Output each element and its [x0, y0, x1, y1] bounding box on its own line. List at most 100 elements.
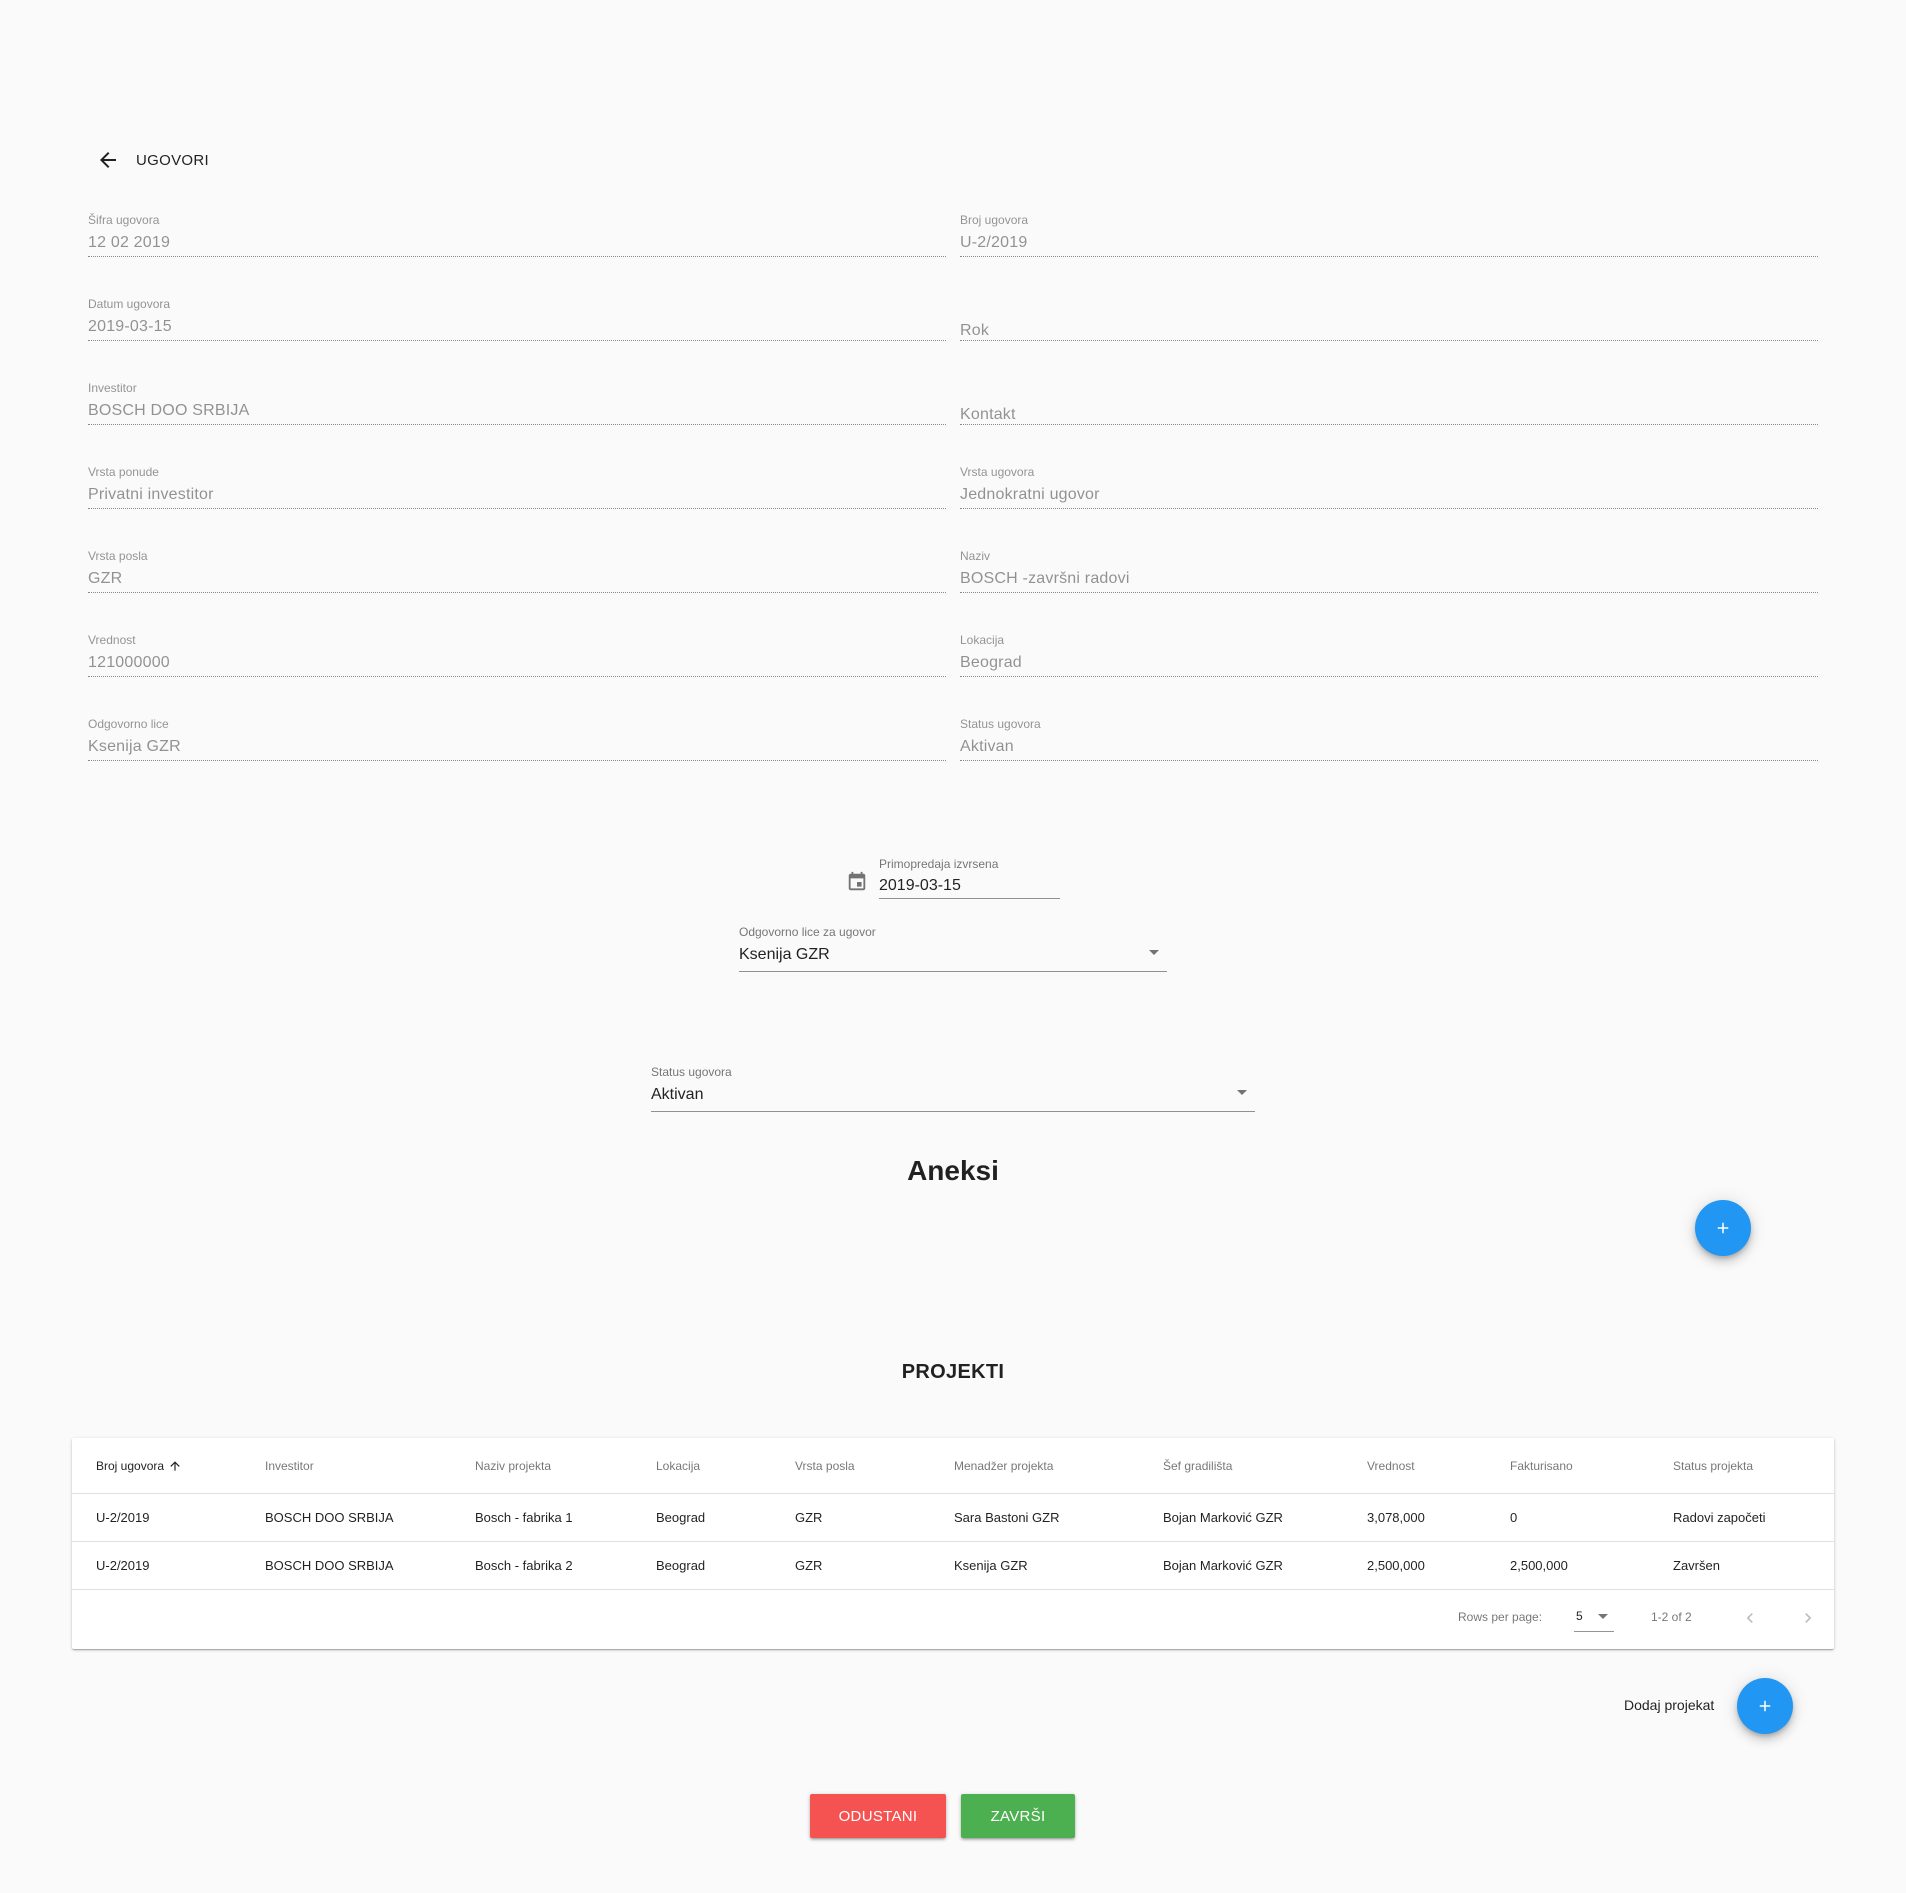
column-header-label: Broj ugovora [96, 1458, 165, 1473]
status-ugovora-select: Status ugovora Aktivan [651, 1064, 1255, 1112]
field-broj-ugovora: Broj ugovora U-2/2019 [960, 204, 1818, 288]
rows-per-page-select[interactable]: 5 [1574, 1604, 1614, 1632]
field-value: BOSCH -završni radovi [960, 570, 1130, 587]
column-header-label: Vrsta posla [795, 1458, 855, 1473]
field-value: 12 02 2019 [88, 234, 171, 251]
column-header-fakturisano[interactable]: Fakturisano [1510, 1438, 1573, 1493]
add-project-label: Dodaj projekat [1624, 1697, 1715, 1713]
projekti-table: Broj ugovora Investitor Naziv projekta L… [72, 1438, 1834, 1649]
table-cell: 2,500,000 [1510, 1558, 1568, 1573]
field-datum-ugovora: Datum ugovora 2019-03-15 [88, 288, 946, 372]
column-header-sef-gradilista[interactable]: Šef gradilišta [1163, 1438, 1232, 1493]
plus-icon [1759, 1700, 1771, 1712]
column-header-label: Fakturisano [1510, 1458, 1573, 1473]
field-kontakt: Kontakt [960, 372, 1818, 456]
field-vrsta-ponude: Vrsta ponude Privatni investitor [88, 456, 946, 540]
odgovorno-lice-select: Odgovorno lice za ugovor Ksenija GZR [739, 924, 1167, 972]
table-cell: Radovi započeti [1673, 1510, 1766, 1525]
field-investitor: Investitor BOSCH DOO SRBIJA [88, 372, 946, 456]
field-naziv: Naziv BOSCH -završni radovi [960, 540, 1818, 624]
arrow-up-sort-icon [170, 1460, 180, 1471]
table-cell: BOSCH DOO SRBIJA [265, 1558, 394, 1573]
column-header-investitor[interactable]: Investitor [265, 1438, 314, 1493]
chevron-right-icon [1805, 1613, 1812, 1623]
field-value: Jednokratni ugovor [960, 486, 1100, 503]
field-placeholder: Rok [960, 322, 990, 339]
field-value: Privatni investitor [88, 486, 214, 503]
rows-per-page-value: 5 [1576, 1609, 1583, 1623]
table-cell: GZR [795, 1510, 823, 1525]
field-label: Odgovorno lice [88, 717, 169, 731]
contract-details-grid: Šifra ugovora 12 02 2019 Broj ugovora U-… [88, 204, 1818, 792]
column-header-naziv-projekta[interactable]: Naziv projekta [475, 1438, 551, 1493]
field-label: Vrednost [88, 633, 136, 647]
calendar-icon[interactable] [846, 871, 868, 893]
column-header-broj-ugovora[interactable]: Broj ugovora [96, 1438, 182, 1493]
column-header-label: Šef gradilišta [1163, 1458, 1233, 1473]
add-project-button[interactable] [1737, 1678, 1793, 1734]
field-value: GZR [88, 570, 123, 587]
table-cell: Ksenija GZR [954, 1558, 1028, 1573]
field-label: Šifra ugovora [88, 213, 160, 227]
field-vrsta-ugovora: Vrsta ugovora Jednokratni ugovor [960, 456, 1818, 540]
pagination-range: 1-2 of 2 [1651, 1610, 1692, 1624]
dropdown-arrow-icon [1149, 950, 1159, 955]
field-value: 2019-03-15 [88, 318, 172, 335]
table-cell: Bosch - fabrika 1 [475, 1510, 573, 1525]
primopredaja-date-input[interactable] [879, 875, 1060, 899]
field-label: Datum ugovora [88, 297, 171, 311]
field-value: U-2/2019 [960, 234, 1028, 251]
back-to-ugovori-link[interactable]: UGOVORI [88, 141, 217, 179]
field-odgovorno-lice: Odgovorno lice Ksenija GZR [88, 708, 946, 792]
odgovorno-lice-dropdown[interactable]: Ksenija GZR [739, 944, 1167, 972]
field-value: BOSCH DOO SRBIJA [88, 402, 250, 419]
column-header-label: Vrednost [1367, 1458, 1415, 1473]
arrow-back-icon [100, 152, 116, 168]
cancel-button[interactable]: ODUSTANI [810, 1794, 946, 1838]
field-rok: Rok [960, 288, 1818, 372]
table-cell: U-2/2019 [96, 1510, 150, 1525]
previous-page-button[interactable] [1734, 1602, 1766, 1634]
table-cell: 3,078,000 [1367, 1510, 1425, 1525]
field-sifra-ugovora: Šifra ugovora 12 02 2019 [88, 204, 946, 288]
column-header-vrsta-posla[interactable]: Vrsta posla [795, 1438, 855, 1493]
table-cell: Sara Bastoni GZR [954, 1510, 1060, 1525]
table-cell: Bojan Marković GZR [1163, 1510, 1283, 1525]
table-row[interactable]: U-2/2019 BOSCH DOO SRBIJA Bosch - fabrik… [72, 1494, 1834, 1542]
column-header-label: Naziv projekta [475, 1458, 552, 1473]
column-header-status-projekta[interactable]: Status projekta [1673, 1438, 1753, 1493]
field-lokacija: Lokacija Beograd [960, 624, 1818, 708]
table-cell: Bojan Marković GZR [1163, 1558, 1283, 1573]
field-label: Vrsta posla [88, 549, 148, 563]
table-row[interactable]: U-2/2019 BOSCH DOO SRBIJA Bosch - fabrik… [72, 1542, 1834, 1590]
column-header-label: Investitor [265, 1458, 314, 1473]
table-cell: Bosch - fabrika 2 [475, 1558, 573, 1573]
field-label: Naziv [960, 549, 991, 563]
table-cell: U-2/2019 [96, 1558, 150, 1573]
dropdown-arrow-icon [1237, 1090, 1247, 1095]
table-cell: GZR [795, 1558, 823, 1573]
field-value: Aktivan [960, 738, 1014, 755]
table-cell: 2,500,000 [1367, 1558, 1425, 1573]
field-label: Vrsta ugovora [960, 465, 1035, 479]
next-page-button[interactable] [1792, 1602, 1824, 1634]
field-label: Broj ugovora [960, 213, 1029, 227]
table-cell: Beograd [656, 1558, 706, 1573]
column-header-lokacija[interactable]: Lokacija [656, 1438, 700, 1493]
primopredaja-date-picker: Primopredaja izvrsena [846, 853, 1060, 901]
column-header-menadzer-projekta[interactable]: Menadžer projekta [954, 1438, 1053, 1493]
back-label: UGOVORI [136, 151, 209, 169]
field-vrednost: Vrednost 121000000 [88, 624, 946, 708]
field-label: Investitor [88, 381, 137, 395]
field-label: Vrsta ponude [88, 465, 159, 479]
status-ugovora-dropdown[interactable]: Aktivan [651, 1084, 1255, 1112]
primopredaja-label: Primopredaja izvrsena [879, 857, 999, 871]
aneksi-heading: Aneksi [907, 1155, 999, 1186]
column-header-vrednost[interactable]: Vrednost [1367, 1438, 1415, 1493]
finish-button[interactable]: ZAVRŠI [961, 1794, 1075, 1838]
field-label: Status ugovora [960, 717, 1041, 731]
plus-icon [1717, 1222, 1729, 1234]
add-aneks-button[interactable] [1695, 1200, 1751, 1256]
field-value: Beograd [960, 654, 1022, 671]
odgovorno-lice-selected-value: Ksenija GZR [739, 946, 830, 963]
